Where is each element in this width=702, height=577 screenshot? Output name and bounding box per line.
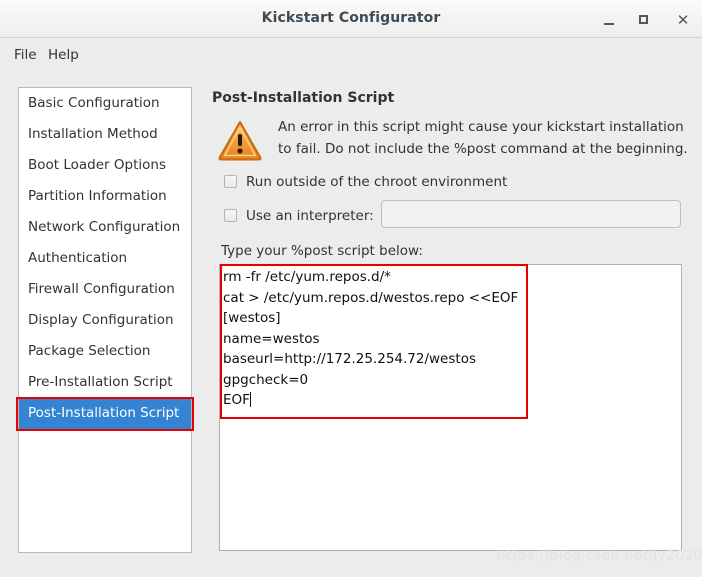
interpreter-checkbox-label: Use an interpreter: (246, 208, 374, 224)
sidebar-item-authentication[interactable]: Authentication (19, 243, 191, 274)
sidebar-item-partition-information[interactable]: Partition Information (19, 181, 191, 212)
chroot-checkbox-label: Run outside of the chroot environment (246, 174, 508, 190)
window-title: Kickstart Configurator (261, 10, 441, 26)
sidebar-item-label: Authentication (28, 250, 128, 266)
title-bar: Kickstart Configurator ✕ (0, 0, 702, 38)
sidebar-item-label: Package Selection (28, 343, 151, 359)
sidebar-item-pre-installation-script[interactable]: Pre-Installation Script (19, 367, 191, 398)
sidebar-item-label: Boot Loader Options (28, 157, 166, 173)
chroot-checkbox-row[interactable]: Run outside of the chroot environment (224, 174, 507, 190)
warning-text: An error in this script might cause your… (278, 119, 688, 157)
sidebar-item-firewall-configuration[interactable]: Firewall Configuration (19, 274, 191, 305)
interpreter-checkbox[interactable] (224, 209, 237, 222)
menu-item-help[interactable]: Help (42, 45, 85, 65)
sidebar-list[interactable]: Basic Configuration Installation Method Bo… (18, 87, 192, 553)
maximize-button[interactable] (632, 11, 654, 29)
sidebar-item-installation-method[interactable]: Installation Method (19, 119, 191, 150)
chroot-checkbox[interactable] (224, 175, 237, 188)
interpreter-input[interactable] (381, 200, 681, 228)
sidebar-item-basic-configuration[interactable]: Basic Configuration (19, 88, 191, 119)
menu-bar: File Help (0, 38, 702, 72)
sidebar-item-label: Post-Installation Script (28, 405, 180, 421)
close-button[interactable]: ✕ (672, 11, 694, 29)
sidebar-item-label: Partition Information (28, 188, 167, 204)
close-icon: ✕ (676, 11, 690, 29)
sidebar-item-network-configuration[interactable]: Network Configuration (19, 212, 191, 243)
script-textarea[interactable]: rm -fr /etc/yum.repos.d/* cat > /etc/yum… (219, 264, 682, 551)
sidebar-item-boot-loader-options[interactable]: Boot Loader Options (19, 150, 191, 181)
minimize-icon (604, 22, 614, 25)
sidebar-item-package-selection[interactable]: Package Selection (19, 336, 191, 367)
text-caret (249, 392, 251, 407)
maximize-icon (638, 15, 648, 24)
sidebar-item-label: Network Configuration (28, 219, 181, 235)
script-textarea-content: rm -fr /etc/yum.repos.d/* cat > /etc/yum… (223, 269, 519, 408)
script-label: Type your %post script below: (221, 243, 423, 259)
minimize-button[interactable] (598, 11, 620, 29)
menu-item-file[interactable]: File (8, 45, 43, 65)
interpreter-checkbox-row[interactable]: Use an interpreter: (224, 208, 374, 224)
sidebar-item-display-configuration[interactable]: Display Configuration (19, 305, 191, 336)
warning-triangle-icon (217, 119, 263, 161)
sidebar-item-label: Firewall Configuration (28, 281, 175, 297)
page-title: Post-Installation Script (212, 90, 395, 106)
sidebar-item-label: Basic Configuration (28, 95, 160, 111)
sidebar-item-label: Display Configuration (28, 312, 174, 328)
sidebar-item-label: Installation Method (28, 126, 158, 142)
sidebar-item-label: Pre-Installation Script (28, 374, 173, 390)
sidebar-item-post-installation-script[interactable]: Post-Installation Script (19, 398, 191, 429)
